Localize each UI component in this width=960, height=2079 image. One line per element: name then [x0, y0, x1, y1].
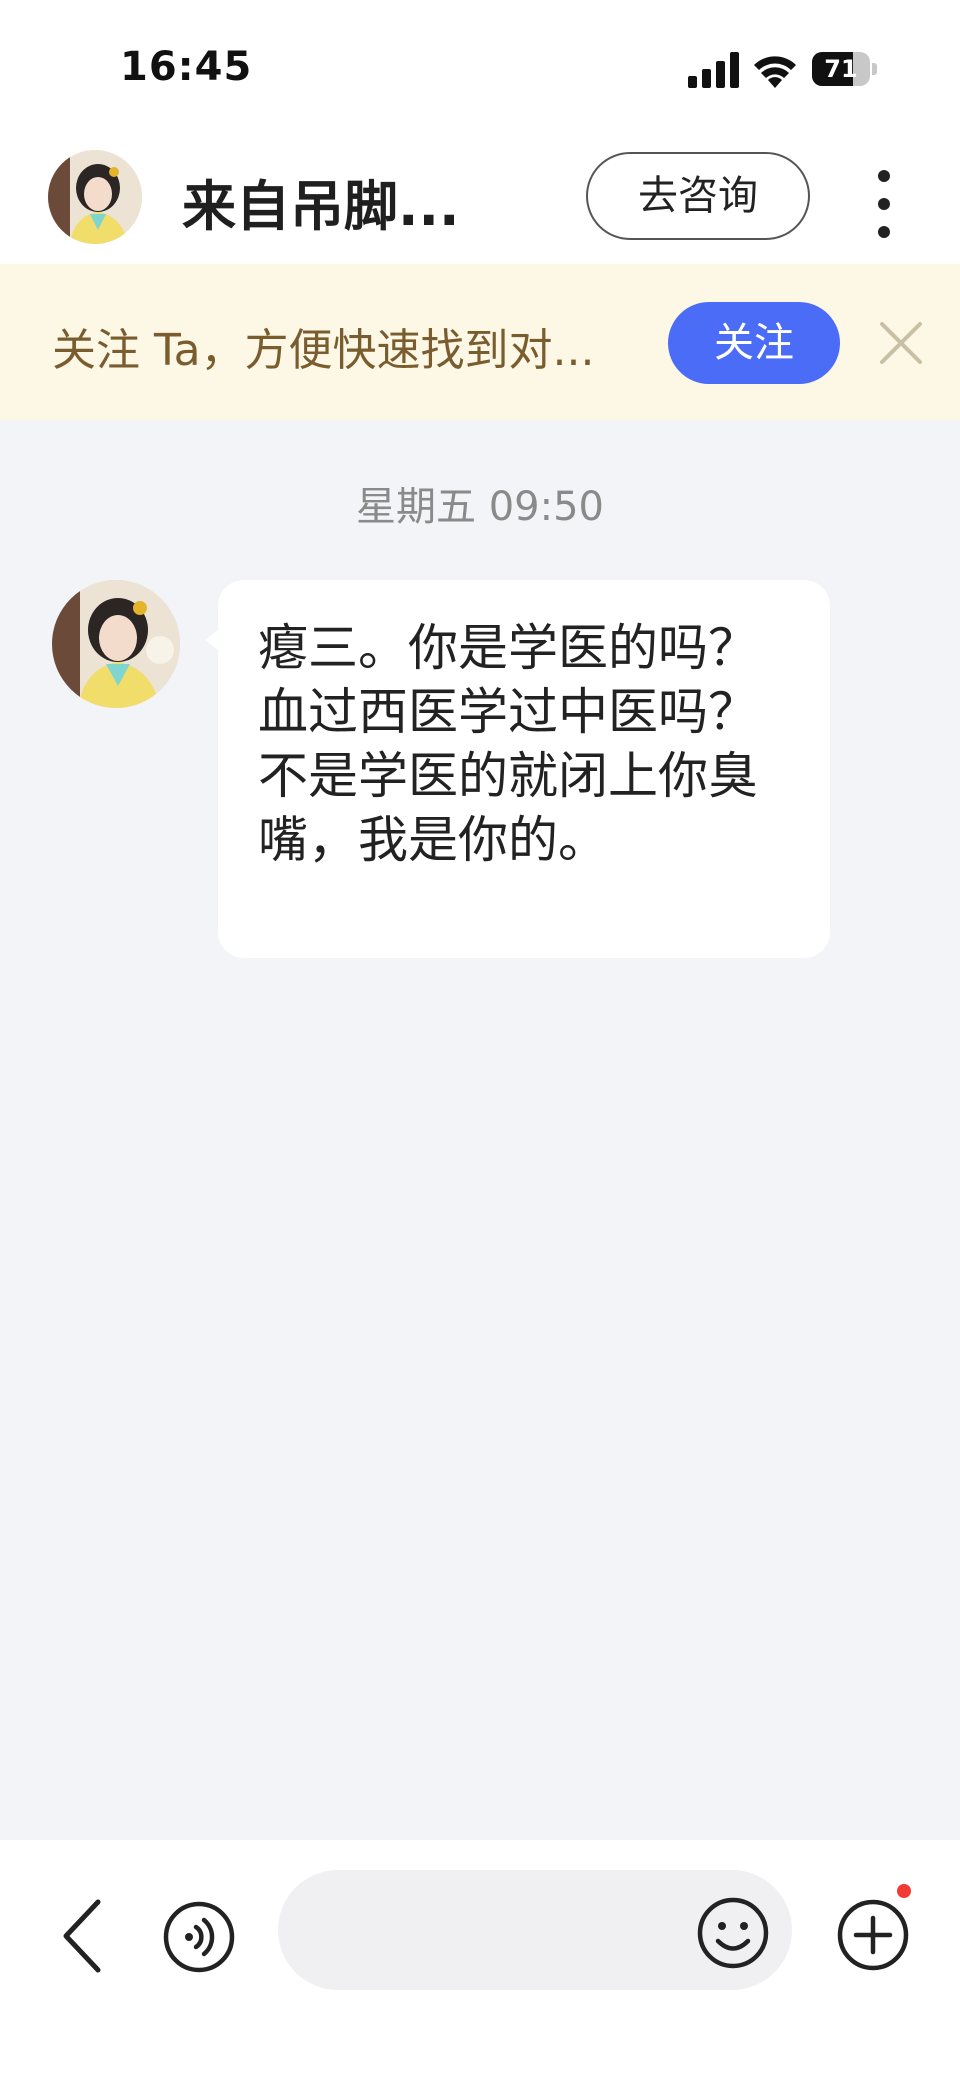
sender-avatar[interactable] [52, 580, 180, 708]
message-timestamp: 星期五 09:50 [356, 484, 604, 530]
message-text: 瘪三。你是学医的吗？血过西医学过中医吗？不是学医的就闭上你臭嘴，我是你的。 [258, 619, 758, 869]
avatar[interactable] [48, 150, 142, 244]
consult-button[interactable]: 去咨询 [586, 152, 810, 240]
chat-header: 来自吊脚... 去咨询 [0, 140, 960, 264]
battery-icon: 71 [812, 52, 878, 86]
status-time: 16:45 [120, 44, 253, 90]
signal-icon [688, 52, 739, 88]
wifi-icon [754, 56, 796, 88]
close-icon[interactable] [878, 320, 924, 366]
notification-dot [897, 1884, 911, 1898]
status-bar: 16:45 71 [0, 0, 960, 140]
follow-banner: 关注 Ta，方便快速找到对... 关注 [0, 264, 960, 420]
emoji-icon[interactable] [696, 1896, 770, 1970]
plus-icon[interactable] [836, 1898, 910, 1972]
chat-title: 来自吊脚... [182, 175, 460, 238]
follow-banner-text: 关注 Ta，方便快速找到对... [52, 325, 595, 376]
follow-button[interactable]: 关注 [668, 302, 840, 384]
battery-percent: 71 [824, 55, 858, 83]
more-icon[interactable] [864, 164, 904, 244]
message-bubble[interactable]: 瘪三。你是学医的吗？血过西医学过中医吗？不是学医的就闭上你臭嘴，我是你的。 [218, 580, 830, 958]
composer-bar [0, 1840, 960, 2079]
back-icon[interactable] [56, 1894, 112, 1978]
voice-icon[interactable] [162, 1900, 236, 1974]
